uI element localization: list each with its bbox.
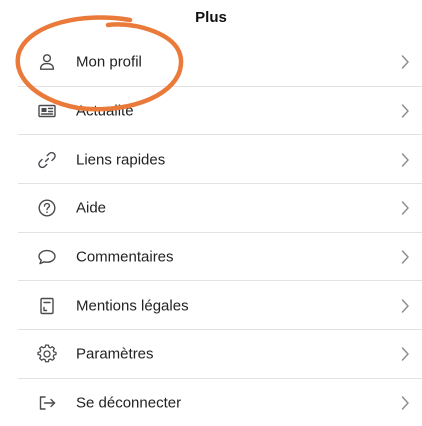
menu-item-label: Commentaires [76, 248, 174, 266]
menu-item-se-deconnecter[interactable]: Se déconnecter [0, 379, 422, 426]
chevron-right-icon [400, 346, 410, 362]
logout-icon [37, 393, 57, 413]
document-icon [37, 296, 57, 316]
menu-item-label: Mentions légales [76, 297, 189, 315]
link-icon [37, 150, 57, 170]
gear-icon [37, 344, 57, 364]
speech-bubble-icon [37, 247, 57, 267]
chevron-right-icon [400, 249, 410, 265]
chevron-right-icon [400, 395, 410, 411]
menu-item-mon-profil[interactable]: Mon profil [0, 38, 422, 87]
chevron-right-icon [400, 200, 410, 216]
newspaper-icon [37, 101, 57, 121]
menu-item-label: Liens rapides [76, 151, 166, 169]
menu-item-label: Aide [76, 199, 107, 217]
help-icon [37, 198, 57, 218]
menu-item-parametres[interactable]: Paramètres [0, 330, 422, 379]
chevron-right-icon [400, 54, 410, 70]
menu-item-label: Actualité [76, 102, 134, 120]
page-title: Plus [195, 8, 227, 26]
menu-item-commentaires[interactable]: Commentaires [0, 233, 422, 282]
menu-item-label: Mon profil [76, 53, 142, 71]
menu-item-liens-rapides[interactable]: Liens rapides [0, 135, 422, 184]
menu-item-mentions-legales[interactable]: Mentions légales [0, 281, 422, 330]
chevron-right-icon [400, 152, 410, 168]
menu-item-label: Se déconnecter [76, 394, 182, 412]
menu-item-aide[interactable]: Aide [0, 184, 422, 233]
chevron-right-icon [400, 298, 410, 314]
menu-item-label: Paramètres [76, 345, 154, 363]
nav-header: Plus [0, 0, 422, 32]
chevron-right-icon [400, 103, 410, 119]
more-menu: Mon profil Actualité Liens rapides Aide … [0, 38, 422, 426]
person-icon [37, 52, 57, 72]
menu-item-actualite[interactable]: Actualité [0, 87, 422, 136]
